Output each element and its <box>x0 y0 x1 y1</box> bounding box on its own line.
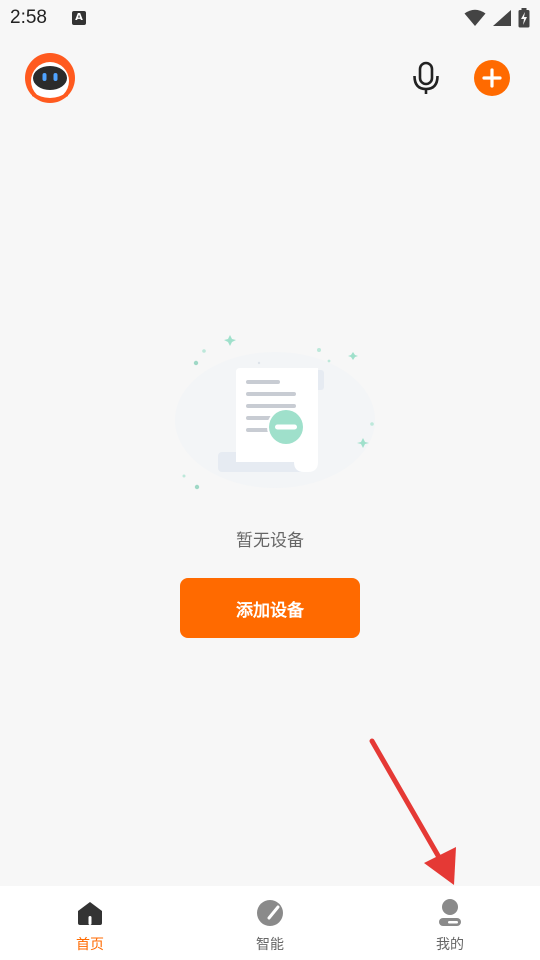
add-device-button[interactable]: 添加设备 <box>180 578 360 638</box>
tab-home[interactable]: 首页 <box>0 886 180 960</box>
tab-smart[interactable]: 智能 <box>180 886 360 960</box>
avatar[interactable] <box>24 52 76 104</box>
microphone-icon <box>413 61 439 94</box>
status-icons <box>464 8 530 28</box>
tab-smart-label: 智能 <box>256 937 284 953</box>
profile-icon <box>435 898 465 928</box>
notification-a-icon: A <box>72 11 86 25</box>
signal-icon <box>493 10 511 26</box>
battery-charging-icon <box>518 8 530 28</box>
tab-profile-label: 我的 <box>436 937 464 953</box>
bottom-tab-bar: 首页 智能 我的 <box>0 886 540 960</box>
tab-profile[interactable]: 我的 <box>360 886 540 960</box>
plus-circle-icon <box>482 68 502 88</box>
voice-button[interactable] <box>406 58 446 98</box>
robot-avatar-icon <box>25 53 75 103</box>
add-button[interactable] <box>474 60 510 96</box>
status-time: 2:58 <box>10 7 47 28</box>
wifi-icon <box>464 9 486 26</box>
home-icon <box>75 898 105 928</box>
smart-icon <box>255 898 285 928</box>
annotation-arrow <box>369 738 456 885</box>
empty-document-icon <box>175 335 375 490</box>
empty-state-message: 暂无设备 <box>236 531 304 551</box>
status-bar: 2:58 A <box>0 0 540 38</box>
home-screen: 2:58 A 暂无设备 添加设备 首页 智能 我的 <box>0 0 540 960</box>
tab-home-label: 首页 <box>76 937 104 953</box>
